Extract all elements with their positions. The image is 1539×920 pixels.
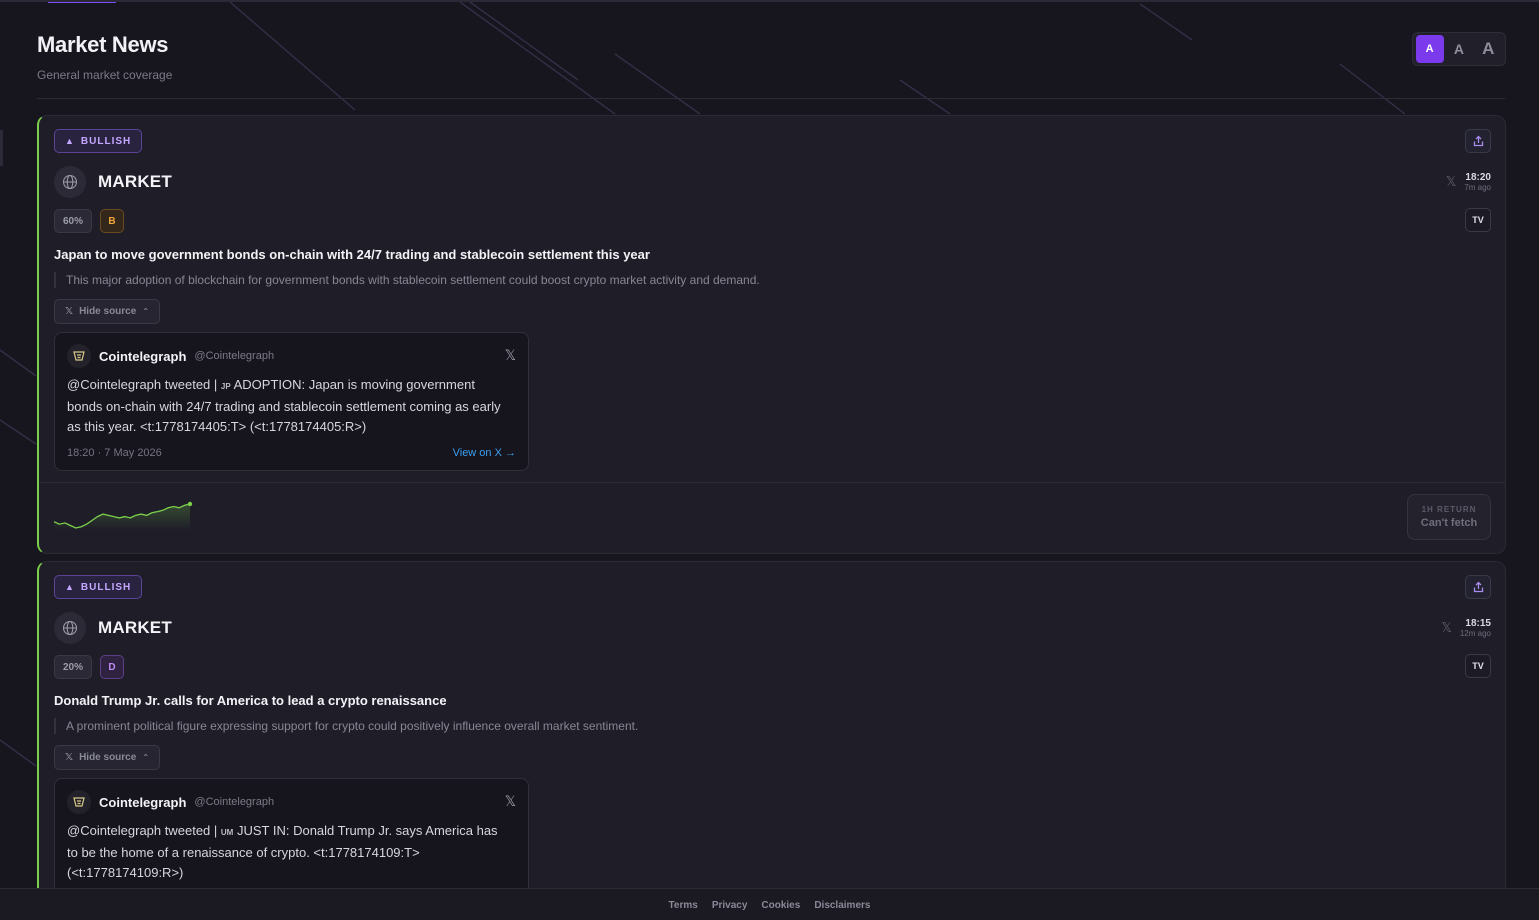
x-logo-icon: 𝕏: [504, 347, 516, 363]
page-subtitle: General market coverage: [37, 68, 173, 82]
flag-um-icon: UM: [220, 828, 234, 837]
category-label: MARKET: [98, 172, 172, 191]
sentiment-label: BULLISH: [80, 135, 132, 147]
tweet-text: @Cointelegraph tweeted | JP ADOPTION: Ja…: [67, 377, 501, 434]
category-label: MARKET: [98, 618, 172, 637]
x-logo-icon: 𝕏: [1441, 620, 1452, 635]
return-label: 1H RETURN: [1421, 505, 1477, 514]
category-row: MARKET: [54, 166, 172, 198]
tradingview-icon: TV: [1472, 661, 1484, 671]
tradingview-button[interactable]: TV: [1465, 654, 1491, 678]
source-tweet: Cointelegraph @Cointelegraph 𝕏 @Cointele…: [54, 332, 529, 471]
font-size-large-button[interactable]: A: [1474, 35, 1502, 63]
score-chips: 60% B: [54, 209, 125, 233]
news-summary: A prominent political figure expressing …: [54, 718, 638, 734]
news-card: ▲ BULLISH MARKET 𝕏 18:20 7m ago 60% B TV…: [37, 115, 1506, 554]
tweet-author: Cointelegraph: [99, 794, 187, 810]
chevron-up-icon: ⌃: [142, 753, 150, 762]
news-summary: This major adoption of blockchain for go…: [54, 272, 760, 288]
x-logo-icon: 𝕏: [65, 752, 74, 763]
confidence-chip: 60%: [54, 209, 93, 233]
page-title: Market News: [37, 32, 169, 57]
time-value: 18:20: [1465, 172, 1491, 183]
tradingview-icon: TV: [1472, 215, 1484, 225]
share-button[interactable]: [1465, 129, 1491, 153]
font-size-small-button[interactable]: A: [1415, 35, 1444, 63]
x-logo-icon: 𝕏: [1445, 174, 1457, 189]
globe-icon: [54, 612, 86, 644]
return-value: Can't fetch: [1420, 517, 1478, 529]
page-header: Market News General market coverage: [37, 32, 1505, 99]
footer-link-terms[interactable]: Terms: [669, 900, 698, 911]
grade-chip: D: [100, 655, 125, 679]
hide-source-button[interactable]: 𝕏 Hide source ⌃: [54, 745, 161, 770]
globe-icon: [54, 166, 86, 198]
tweet-text: @Cointelegraph tweeted | UM JUST IN: Don…: [67, 823, 498, 880]
time-ago: 7m ago: [1464, 183, 1491, 192]
price-sparkline: [53, 501, 193, 530]
font-size-medium-button[interactable]: A: [1445, 35, 1473, 63]
news-headline: Donald Trump Jr. calls for America to le…: [54, 693, 447, 708]
share-icon: [1473, 581, 1483, 593]
triangle-up-icon: ▲: [65, 582, 75, 592]
tweet-author: Cointelegraph: [99, 348, 187, 364]
footer-link-cookies[interactable]: Cookies: [761, 900, 800, 911]
triangle-up-icon: ▲: [65, 136, 75, 146]
tweet-date: 18:20 · 7 May 2026: [67, 447, 162, 459]
sentiment-label: BULLISH: [80, 581, 132, 593]
flag-jp-icon: JP: [220, 382, 231, 391]
tweet-handle: @Cointelegraph: [194, 796, 275, 808]
time-value: 18:15: [1465, 618, 1491, 629]
news-headline: Japan to move government bonds on-chain …: [54, 247, 650, 262]
cointelegraph-avatar: [67, 344, 91, 368]
font-size-switcher: A A A: [1412, 32, 1506, 66]
view-on-x-link[interactable]: View on X →: [453, 447, 516, 459]
post-time: 𝕏 18:20 7m ago: [1446, 172, 1491, 192]
share-icon: [1473, 135, 1483, 147]
confidence-chip: 20%: [54, 655, 93, 679]
page-footer: Terms Privacy Cookies Disclaimers: [0, 888, 1539, 920]
active-tab-indicator: [48, 2, 116, 3]
category-row: MARKET: [54, 612, 172, 644]
x-logo-icon: 𝕏: [504, 793, 516, 809]
card-divider: [39, 482, 1505, 483]
cointelegraph-avatar: [67, 790, 91, 814]
hide-source-button[interactable]: 𝕏 Hide source ⌃: [54, 299, 161, 324]
market-news-page: Market News General market coverage A A …: [0, 0, 1539, 920]
sentiment-badge: ▲ BULLISH: [54, 575, 143, 599]
footer-link-privacy[interactable]: Privacy: [712, 900, 748, 911]
score-chips: 20% D: [54, 655, 125, 679]
tradingview-button[interactable]: TV: [1465, 208, 1491, 232]
hide-source-label: Hide source: [79, 752, 137, 763]
time-ago: 12m ago: [1459, 629, 1491, 638]
share-button[interactable]: [1465, 575, 1491, 599]
post-time: 𝕏 18:15 12m ago: [1441, 618, 1491, 638]
sentiment-badge: ▲ BULLISH: [54, 129, 143, 153]
tweet-handle: @Cointelegraph: [194, 350, 275, 362]
footer-link-disclaimers[interactable]: Disclaimers: [814, 900, 870, 911]
chevron-up-icon: ⌃: [142, 307, 150, 316]
side-edge-tab: [0, 130, 3, 166]
hide-source-label: Hide source: [79, 306, 137, 317]
grade-chip: B: [100, 209, 125, 233]
x-logo-icon: 𝕏: [65, 306, 74, 317]
one-hour-return: 1H RETURN Can't fetch: [1407, 494, 1491, 540]
news-card: ▲ BULLISH MARKET 𝕏 18:15 12m ago 20% D T…: [37, 561, 1506, 920]
